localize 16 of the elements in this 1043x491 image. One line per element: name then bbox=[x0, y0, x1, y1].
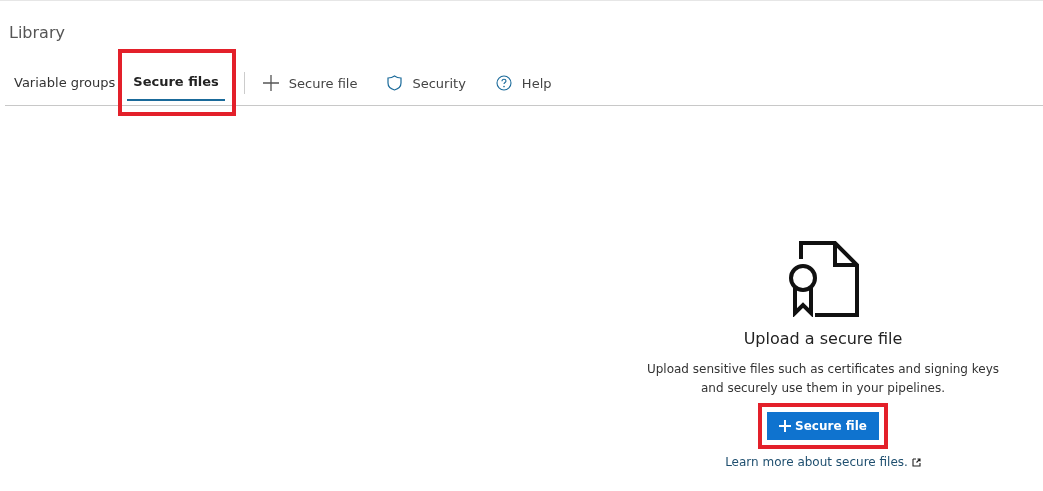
learn-more-link[interactable]: Learn more about secure files. bbox=[725, 455, 921, 469]
empty-state-description: Upload sensitive files such as certificates and signing keys and securely use them in your pipelines. bbox=[645, 361, 1001, 397]
plus-icon bbox=[779, 420, 792, 432]
help-icon bbox=[495, 75, 512, 91]
empty-state-heading: Upload a secure file bbox=[743, 329, 903, 348]
toolbar-button[interactable]: Help bbox=[491, 75, 556, 91]
toolbar-button[interactable]: Secure file bbox=[258, 75, 362, 91]
add-secure-file-button[interactable]: Secure file bbox=[767, 412, 879, 440]
tab[interactable]: Secure files bbox=[127, 63, 225, 101]
tab[interactable]: Variable groups bbox=[8, 61, 122, 105]
external-link-icon bbox=[911, 457, 921, 467]
plus-icon bbox=[262, 75, 279, 91]
toolbar-button[interactable]: Security bbox=[383, 75, 470, 91]
page-title: Library bbox=[8, 22, 66, 44]
shield-icon bbox=[387, 75, 403, 91]
certificate-file-icon bbox=[787, 241, 859, 317]
